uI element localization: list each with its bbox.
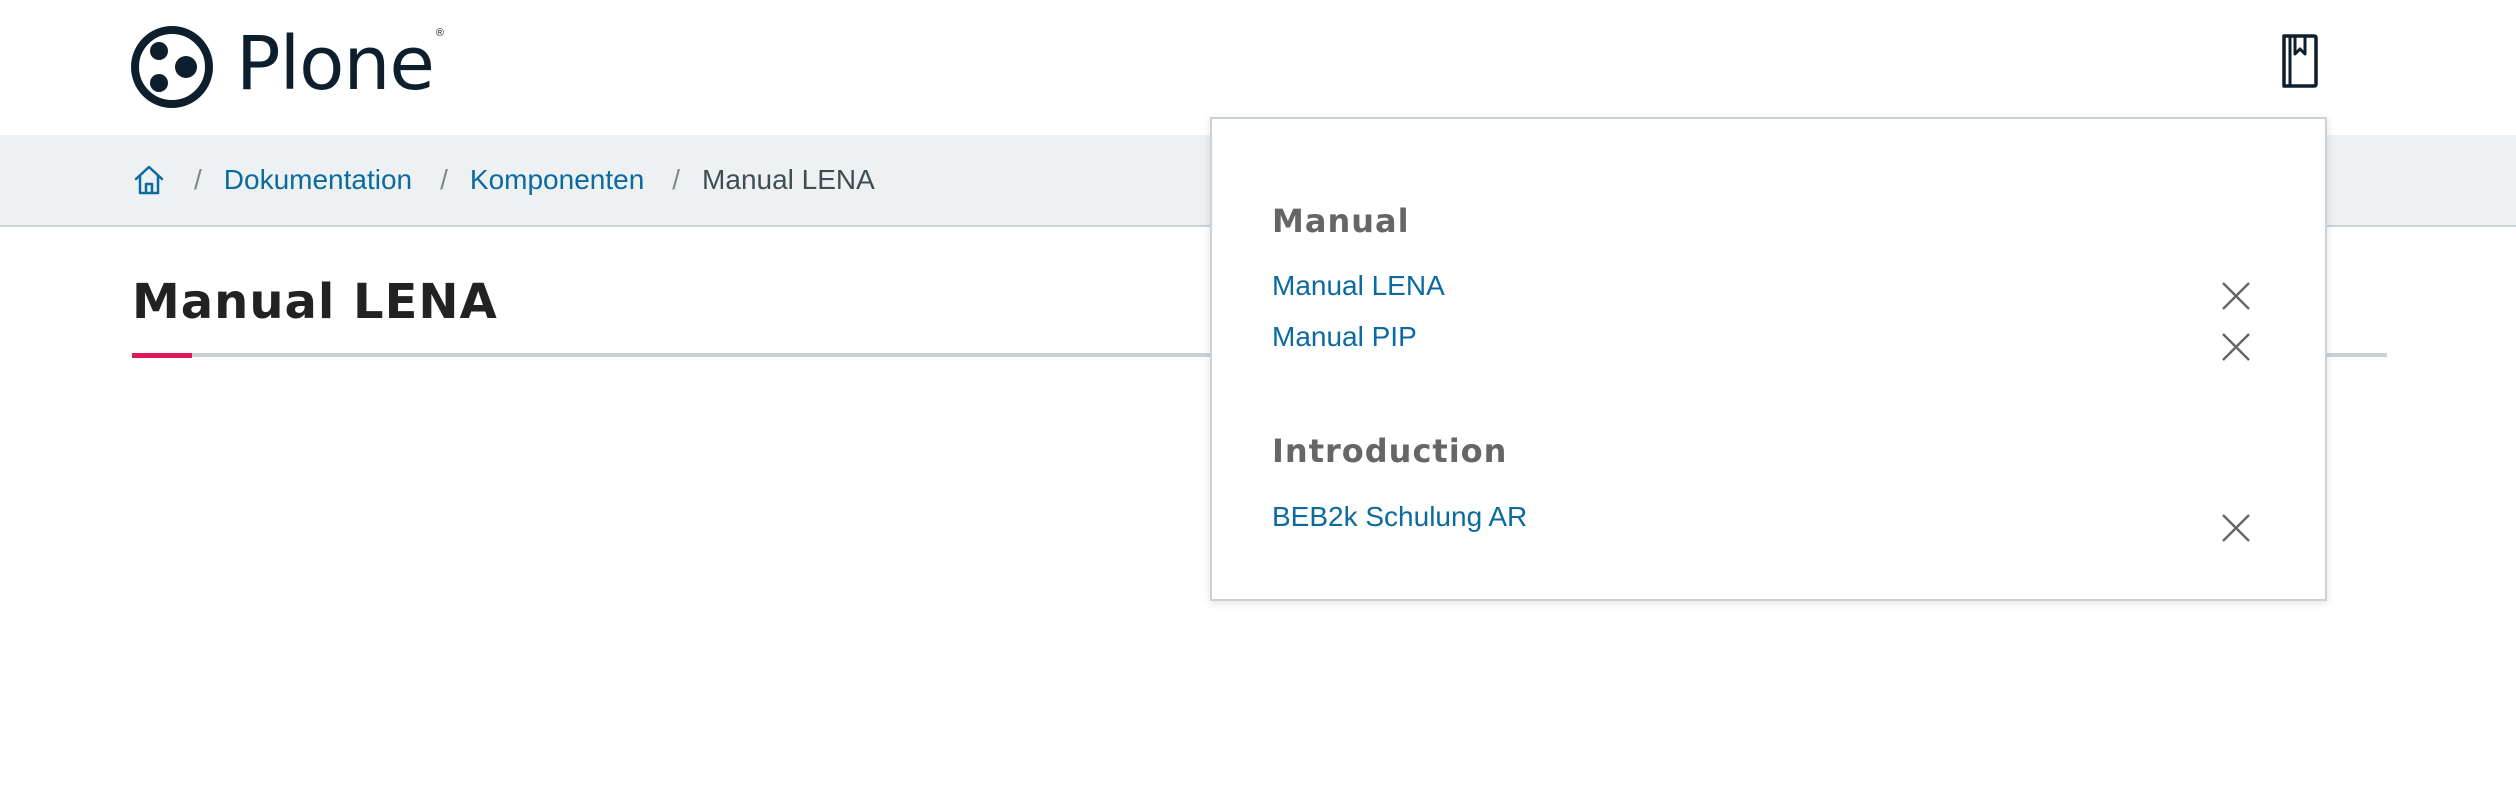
page-title: Manual LENA	[132, 274, 498, 330]
close-icon	[2222, 514, 2250, 542]
bookmark-group-heading: Manual	[1272, 202, 1410, 240]
remove-bookmark-button[interactable]	[2220, 512, 2252, 544]
remove-bookmark-button[interactable]	[2220, 331, 2252, 363]
breadcrumb-current: Manual LENA	[702, 164, 875, 195]
close-icon	[2222, 282, 2250, 310]
bookmark-icon	[2282, 34, 2318, 88]
bookmark-group-heading: Introduction	[1272, 432, 1508, 470]
home-icon	[134, 165, 164, 195]
breadcrumb-separator: /	[194, 164, 202, 195]
logo-text: Plone	[236, 21, 435, 107]
breadcrumb: / Dokumentation / Komponenten / Manual L…	[132, 135, 875, 225]
bookmarks-button[interactable]	[2276, 32, 2324, 90]
plone-logo-icon	[131, 26, 213, 108]
site-header: Plone ®	[0, 0, 2516, 135]
breadcrumb-home[interactable]	[132, 163, 166, 197]
site-logo[interactable]: Plone ®	[130, 25, 444, 109]
bookmark-link-manual-lena[interactable]: Manual LENA	[1272, 272, 1445, 300]
page: Plone ® / Dokumentation / Komponenten / …	[0, 0, 2516, 788]
breadcrumb-separator: /	[440, 164, 448, 195]
breadcrumb-item-komponenten[interactable]: Komponenten	[470, 164, 644, 196]
bookmark-link-manual-pip[interactable]: Manual PIP	[1272, 323, 1417, 351]
remove-bookmark-button[interactable]	[2220, 280, 2252, 312]
title-accent-bar	[132, 353, 192, 358]
registered-mark: ®	[435, 27, 444, 39]
close-icon	[2222, 333, 2250, 361]
bookmark-link-beb2k-schulung-ar[interactable]: BEB2k Schulung AR	[1272, 503, 1527, 531]
breadcrumb-separator: /	[672, 164, 681, 195]
breadcrumb-item-dokumentation[interactable]: Dokumentation	[224, 164, 412, 196]
bookmarks-popup: Manual Manual LENA Manual PIP Introducti…	[1210, 117, 2327, 601]
